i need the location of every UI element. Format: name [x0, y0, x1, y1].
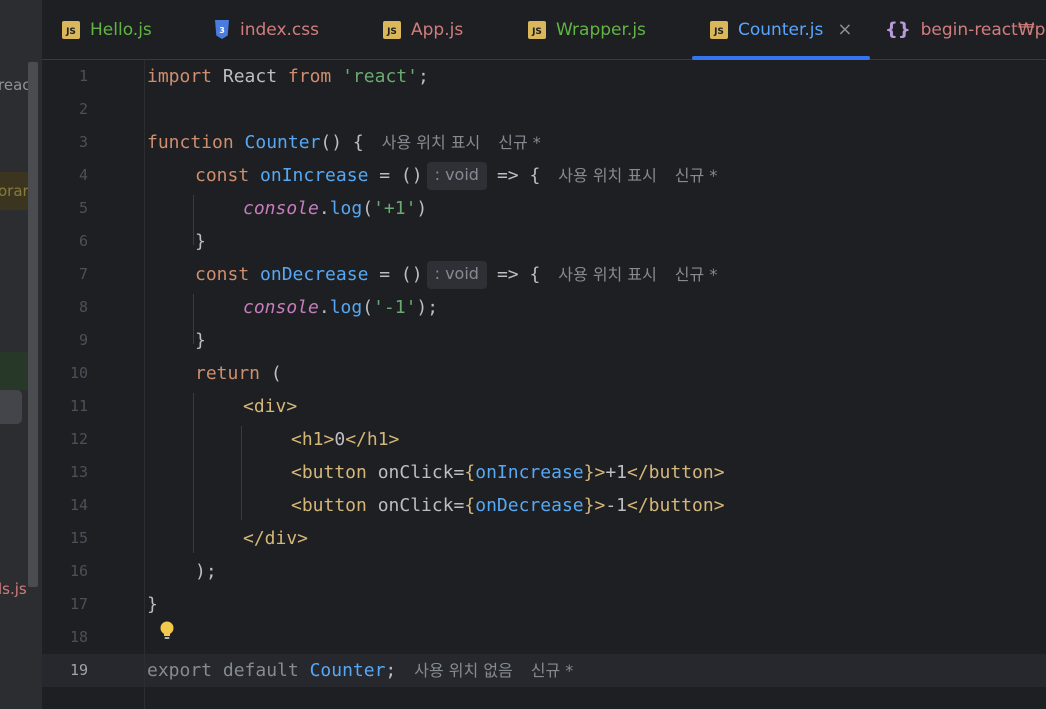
code-editor[interactable]: 1 import React from 'react'; 2 3 functio… [42, 60, 1046, 709]
line-number: 12 [69, 430, 88, 448]
code-line: 4 const onIncrease = (): void => {사용 위치 표… [42, 159, 1046, 192]
line-number: 17 [69, 595, 88, 613]
line-number: 9 [78, 331, 88, 349]
new-hint[interactable]: 신규 * [498, 133, 541, 152]
new-hint[interactable]: 신규 * [675, 166, 718, 185]
no-usages-hint[interactable]: 사용 위치 없음 [414, 661, 513, 680]
code-line: 17 } [42, 588, 1046, 621]
project-panel-scrollbar[interactable] [28, 62, 38, 587]
code-line: 8 console.log('-1'); [42, 291, 1046, 324]
line-number: 6 [78, 232, 88, 250]
code-line: 2 [42, 93, 1046, 126]
line-number: 19 [69, 661, 88, 679]
type-inlay-hint: : void [426, 162, 487, 190]
line-number: 10 [69, 364, 88, 382]
js-file-icon: JS [383, 20, 401, 39]
lightbulb-icon[interactable] [159, 621, 175, 641]
line-number: 1 [78, 67, 88, 85]
js-file-icon: JS [710, 20, 728, 39]
line-number: 11 [69, 397, 88, 415]
usages-hint[interactable]: 사용 위치 표시 [558, 166, 657, 185]
line-number: 5 [78, 199, 88, 217]
line-number: 8 [78, 298, 88, 316]
new-hint[interactable]: 신규 * [531, 661, 574, 680]
code-line: 5 console.log('+1') [42, 192, 1046, 225]
editor-tab-bar: JS Hello.js 3 index.css JS App.js JS Wra… [42, 0, 1046, 60]
tab-counter-js[interactable]: JS Counter.js × [691, 0, 871, 60]
line-number: 3 [78, 133, 88, 151]
line-number: 7 [78, 265, 88, 283]
code-line: 16 ); [42, 555, 1046, 588]
json-file-icon: {} [885, 19, 911, 40]
type-inlay-hint: : void [426, 261, 487, 289]
code-line: 13 <button onClick={onIncrease}>+1</butt… [42, 456, 1046, 489]
svg-text:3: 3 [219, 26, 225, 35]
new-hint[interactable]: 신규 * [675, 265, 718, 284]
tab-label: Hello.js [90, 19, 152, 40]
tab-wrapper-js[interactable]: JS Wrapper.js [528, 0, 646, 59]
code-line: 10 return ( [42, 357, 1046, 390]
line-number: 18 [69, 628, 88, 646]
line-number: 14 [69, 496, 88, 514]
tab-hello-js[interactable]: JS Hello.js [62, 0, 152, 59]
js-file-icon: JS [62, 20, 80, 39]
project-tree-item-utils[interactable]: ls.js [0, 580, 27, 598]
code-line: 3 function Counter() {사용 위치 표시 신규 * [42, 126, 1046, 159]
gutter-separator [144, 60, 145, 709]
line-number: 16 [69, 562, 88, 580]
code-line: 18 [42, 621, 1046, 654]
tab-index-css[interactable]: 3 index.css [214, 0, 319, 59]
close-icon[interactable]: × [837, 19, 852, 40]
tab-label: begin-react₩pac [920, 19, 1046, 40]
code-line: 15 </div> [42, 522, 1046, 555]
code-line: 11 <div> [42, 390, 1046, 423]
usages-hint[interactable]: 사용 위치 표시 [558, 265, 657, 284]
code-line: 7 const onDecrease = (): void => {사용 위치 표… [42, 258, 1046, 291]
tab-package-json[interactable]: {} begin-react₩pac [885, 0, 1046, 59]
tab-label: index.css [240, 19, 319, 40]
line-number: 2 [78, 100, 88, 118]
current-code-line: 19 export default Counter; 사용 위치 없음 신규 * [42, 654, 1046, 687]
code-line: 14 <button onClick={onDecrease}>-1</butt… [42, 489, 1046, 522]
code-line: 1 import React from 'react'; [42, 60, 1046, 93]
code-line: 6 } [42, 225, 1046, 258]
tab-label: Counter.js [738, 19, 824, 40]
project-tree-selection[interactable] [0, 390, 22, 424]
css-file-icon: 3 [214, 20, 230, 39]
project-panel-fragment: react orary ls.js [0, 0, 42, 709]
tab-app-js[interactable]: JS App.js [383, 0, 463, 59]
line-number: 15 [69, 529, 88, 547]
js-file-icon: JS [528, 20, 546, 39]
tab-label: Wrapper.js [556, 19, 646, 40]
usages-hint[interactable]: 사용 위치 표시 [382, 133, 481, 152]
code-line: 9 } [42, 324, 1046, 357]
code-line: 12 <h1>0</h1> [42, 423, 1046, 456]
line-number: 4 [78, 166, 88, 184]
tab-label: App.js [411, 19, 464, 40]
line-number: 13 [69, 463, 88, 481]
